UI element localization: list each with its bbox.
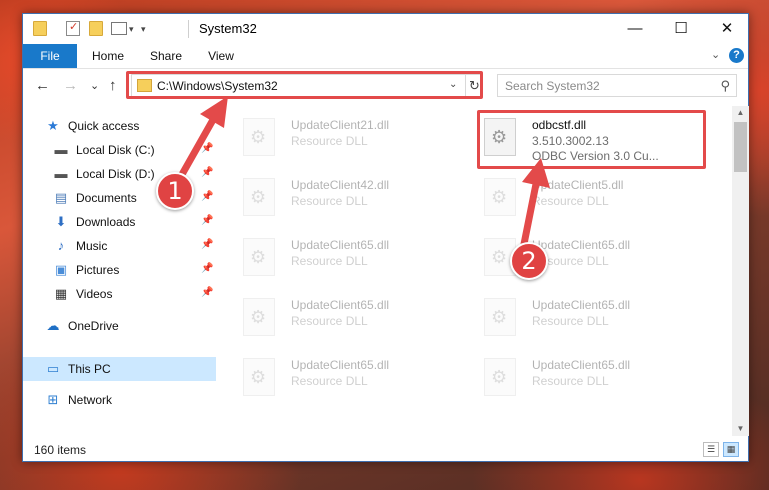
arrow-1-shaft [176,114,218,182]
arrow-2-shaft [520,180,540,248]
step-1-badge: 1 [156,172,194,210]
step-2-badge: 2 [510,242,548,280]
arrow-2-head [522,158,550,188]
annotation-arrows [176,96,550,248]
